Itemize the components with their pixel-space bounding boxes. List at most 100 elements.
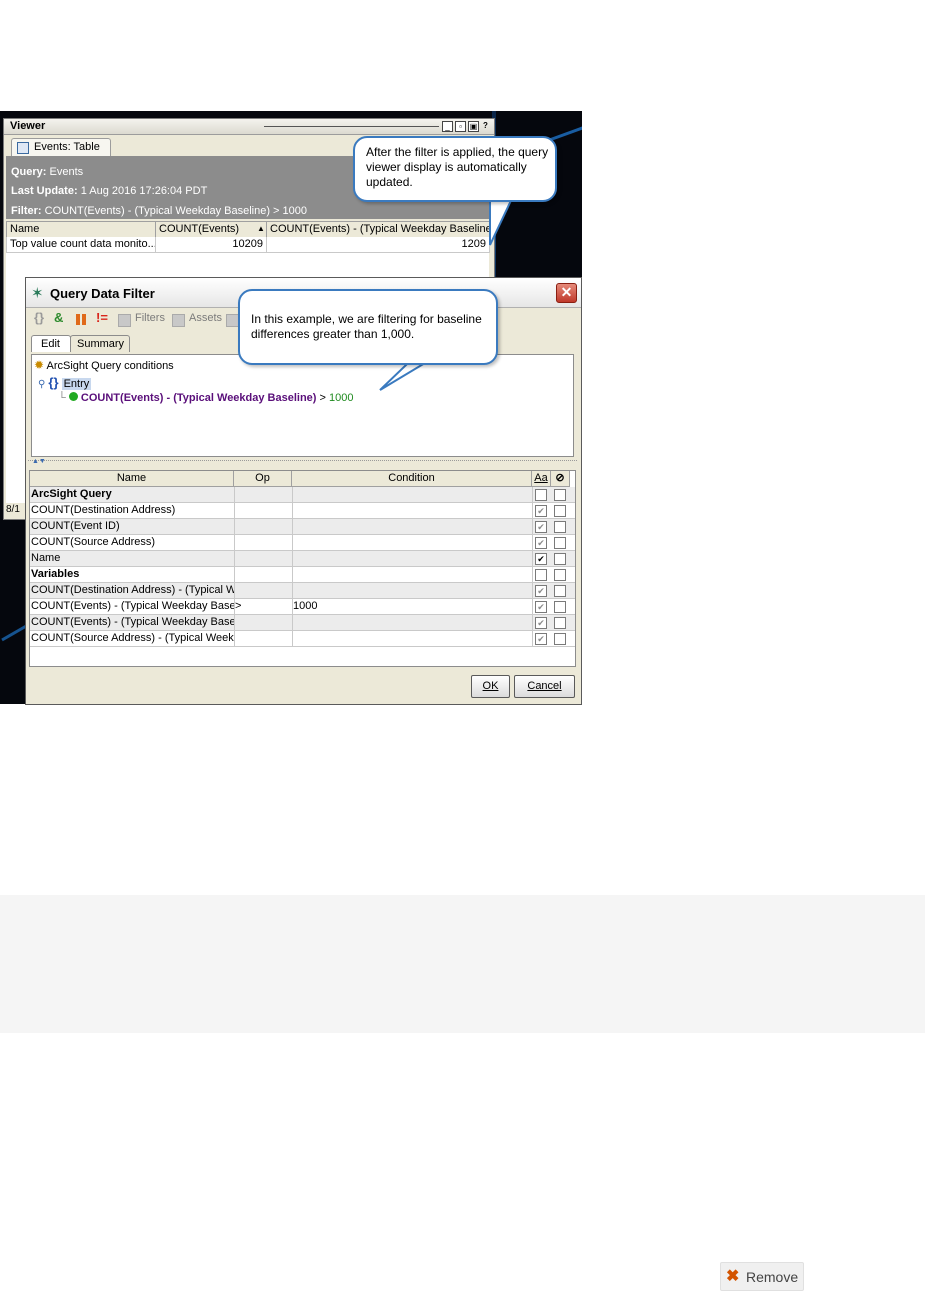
assets-button[interactable]: Assets [189,312,222,324]
or-icon[interactable] [76,314,80,325]
table-cell-op[interactable] [234,567,293,582]
table-row[interactable]: COUNT(Destination Address) - (Typical W.… [30,583,575,599]
table-cell-op[interactable] [234,503,293,518]
negate-checkbox[interactable] [554,489,566,501]
negate-checkbox[interactable] [554,585,566,597]
column-header-name[interactable]: Name [30,471,234,487]
table-row[interactable]: ArcSight Query [30,487,575,503]
fields-table: Name Op Condition Aa ⊘ ArcSight Query COU… [29,470,576,667]
close-icon[interactable]: ✕ [556,283,577,303]
remove-button[interactable]: ✖ Remove [720,1262,804,1291]
tree-root[interactable]: ✹ ArcSight Query conditions [34,358,174,372]
table-row[interactable]: Variables [30,567,575,583]
tab-edit[interactable]: Edit [31,335,71,352]
table-cell-condition[interactable] [292,615,533,630]
case-sensitive-checkbox[interactable]: ✔ [535,537,547,549]
table-cell-op[interactable] [234,551,293,566]
table-cell-name[interactable]: COUNT(Destination Address) [30,503,235,518]
tree-entry[interactable]: ⚲ {} Entry [38,375,92,390]
negate-checkbox[interactable] [554,521,566,533]
case-sensitive-checkbox[interactable]: ✔ [535,617,547,629]
table-cell-name[interactable]: COUNT(Event ID) [30,519,235,534]
table-cell-name[interactable]: COUNT(Source Address) [30,535,235,550]
table-cell-name[interactable]: ArcSight Query [30,487,235,502]
splitter-handle[interactable]: ▲▼ [28,458,577,467]
table-cell-condition[interactable] [292,503,533,518]
filters-icon[interactable] [118,314,131,327]
table-cell-name[interactable]: COUNT(Source Address) - (Typical Week... [30,631,235,646]
table-cell-op[interactable] [234,615,293,630]
negate-icon[interactable]: ⊘ [551,471,570,487]
negate-checkbox[interactable] [554,505,566,517]
table-row[interactable]: Name ✔ [30,551,575,567]
maximize-icon[interactable]: ▣ [468,121,479,132]
table-cell-name[interactable]: COUNT(Events) - (Typical Weekday Basel..… [30,599,235,614]
case-sensitive-checkbox[interactable]: ✔ [535,633,547,645]
table-row[interactable]: COUNT(Events) - (Typical Weekday Basel..… [30,615,575,631]
split-arrows-icon[interactable]: ▲▼ [32,458,46,465]
remove-button-label: Remove [746,1269,799,1285]
table-cell-name[interactable]: Name [30,551,235,566]
table-cell-op[interactable] [234,631,293,646]
table-cell-condition[interactable] [292,519,533,534]
table-cell-op[interactable]: > [234,599,293,614]
case-sensitive-checkbox[interactable] [535,489,547,501]
column-header-op[interactable]: Op [234,471,292,487]
case-sensitive-checkbox[interactable]: ✔ [535,601,547,613]
column-header-condition[interactable]: Condition [292,471,532,487]
table-cell-op[interactable] [234,487,293,502]
table-row[interactable]: Top value count data monito... [6,237,157,253]
help-icon[interactable]: ? [481,121,490,130]
table-cell-condition[interactable] [292,631,533,646]
negate-checkbox[interactable] [554,601,566,613]
restore-icon[interactable]: ▫ [455,121,466,132]
column-header-count-events[interactable]: COUNT(Events) ▲ [155,221,267,238]
case-sensitive-checkbox[interactable] [535,569,547,581]
table-row[interactable]: 10209 [155,237,267,253]
table-cell-condition[interactable] [292,583,533,598]
case-sensitive-checkbox[interactable]: ✔ [535,553,547,565]
column-header-baseline-diff[interactable]: COUNT(Events) - (Typical Weekday Baselin… [266,221,495,238]
minimize-icon[interactable]: _ [442,121,453,132]
assets-icon[interactable] [172,314,185,327]
tree-expand-icon[interactable]: ⚲ [38,379,45,390]
table-cell-condition[interactable] [292,535,533,550]
table-cell-name[interactable]: COUNT(Destination Address) - (Typical W.… [30,583,235,598]
table-row[interactable]: COUNT(Destination Address) ✔ [30,503,575,519]
table-cell-condition[interactable] [292,567,533,582]
table-cell-condition[interactable] [292,487,533,502]
table-cell-condition[interactable] [292,551,533,566]
ok-button[interactable]: OK [471,675,510,698]
table-row[interactable]: COUNT(Events) - (Typical Weekday Basel..… [30,599,575,615]
cancel-button[interactable]: Cancel [514,675,575,698]
table-row[interactable]: 1209 [266,237,490,253]
table-row[interactable]: COUNT(Source Address) ✔ [30,535,575,551]
braces-icon[interactable]: {} [34,310,47,325]
column-header-name[interactable]: Name [6,221,156,238]
table-cell-op[interactable] [234,535,293,550]
filter-callout-text: In this example, we are filtering for ba… [251,312,482,341]
negate-checkbox[interactable] [554,617,566,629]
tree-condition[interactable]: └ COUNT(Events) - (Typical Weekday Basel… [58,392,354,404]
table-cell-op[interactable] [234,519,293,534]
case-sensitive-checkbox[interactable]: ✔ [535,585,547,597]
table-cell-op[interactable] [234,583,293,598]
table-cell-name[interactable]: COUNT(Events) - (Typical Weekday Basel..… [30,615,235,630]
case-sensitive-checkbox[interactable]: ✔ [535,521,547,533]
table-row[interactable]: COUNT(Source Address) - (Typical Week...… [30,631,575,647]
case-sensitive-checkbox[interactable]: ✔ [535,505,547,517]
negate-checkbox[interactable] [554,537,566,549]
not-icon[interactable]: != [96,310,109,325]
negate-checkbox[interactable] [554,553,566,565]
case-sensitive-icon[interactable]: Aa [532,471,551,487]
negate-checkbox[interactable] [554,569,566,581]
tab-summary[interactable]: Summary [70,335,130,352]
table-row[interactable]: COUNT(Event ID) ✔ [30,519,575,535]
table-cell-name[interactable]: Variables [30,567,235,582]
tab-events-table[interactable]: Events: Table [11,138,111,156]
title-divider [264,126,439,127]
filters-button[interactable]: Filters [135,312,165,324]
negate-checkbox[interactable] [554,633,566,645]
and-icon[interactable]: & [54,310,67,325]
table-cell-condition[interactable]: 1000 [292,599,533,614]
